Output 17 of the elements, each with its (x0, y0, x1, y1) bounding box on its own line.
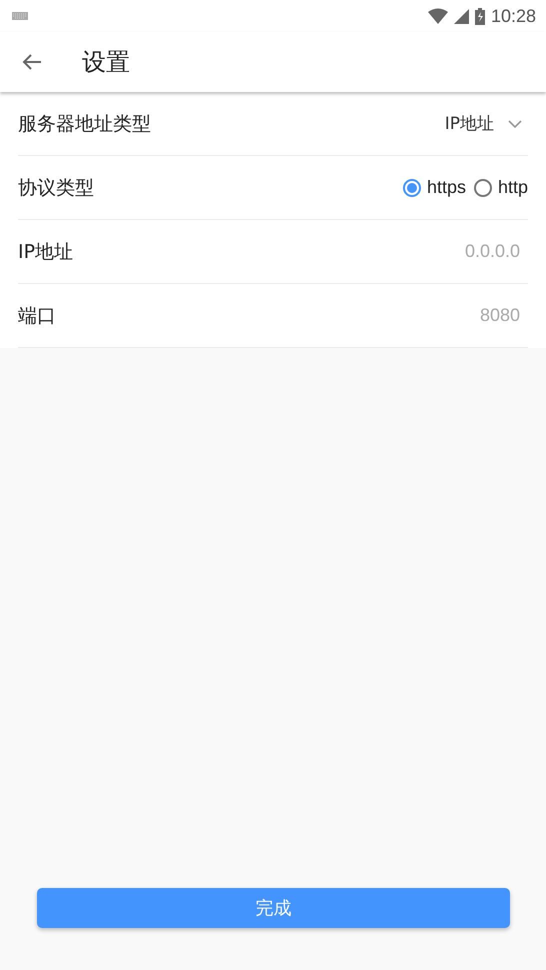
type-dropdown[interactable]: IP地址 (444, 112, 528, 135)
field-label: 端口 (18, 304, 57, 328)
radio-option[interactable]: http (474, 177, 528, 198)
chevron-down-icon (508, 120, 522, 128)
input-field[interactable]: 8080 (400, 305, 528, 326)
page-title: 设置 (82, 47, 130, 78)
wifi-icon (428, 8, 448, 24)
radio-option[interactable]: https (402, 177, 466, 198)
battery-icon (474, 8, 485, 24)
keyboard-icon (12, 12, 28, 20)
field-label: 协议类型 (18, 176, 95, 200)
field-label: 服务器地址类型 (18, 112, 152, 136)
field-label: IP地址 (18, 240, 74, 264)
back-arrow-icon[interactable] (22, 52, 42, 72)
status-time: 10:28 (490, 6, 536, 26)
input-field[interactable]: 0.0.0.0 (400, 241, 528, 262)
signal-icon (454, 8, 469, 24)
